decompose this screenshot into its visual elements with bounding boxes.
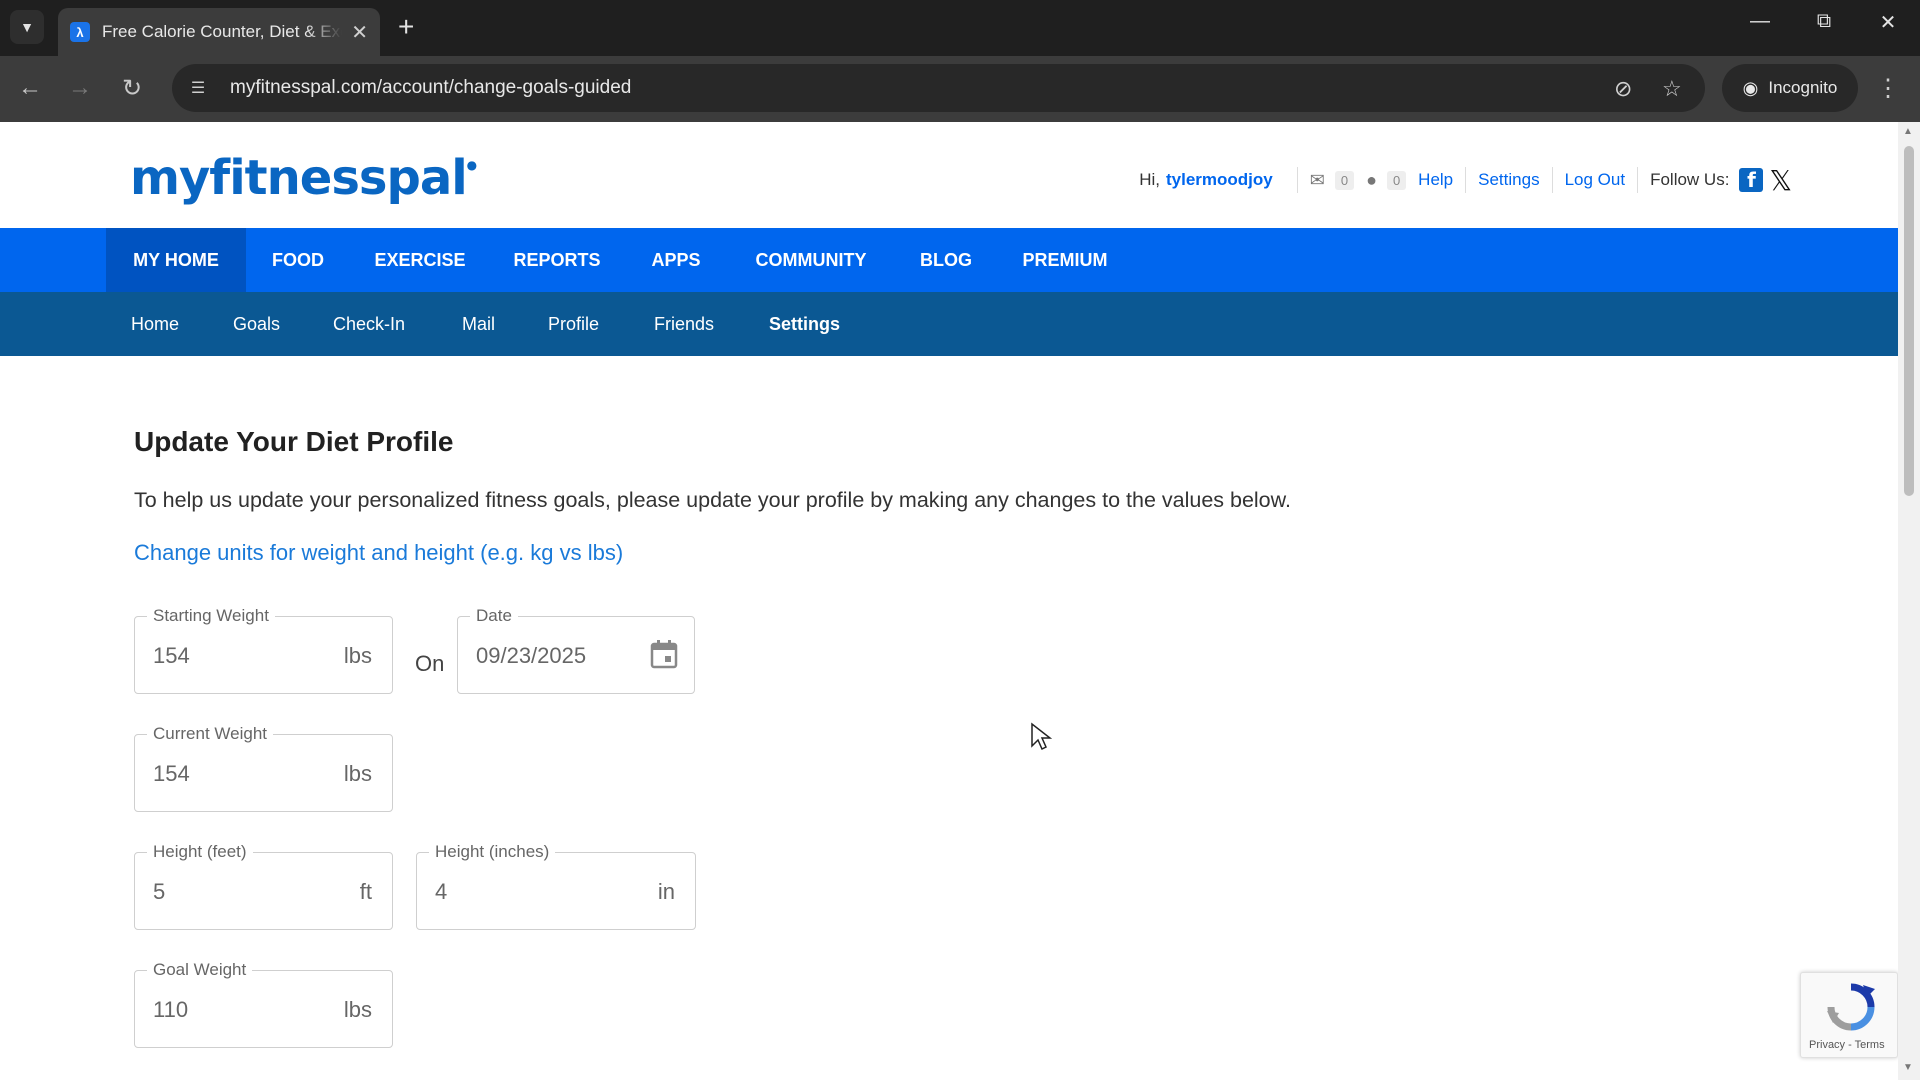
restore-icon[interactable]: ⧉ [1804, 10, 1844, 33]
incognito-label: Incognito [1768, 78, 1838, 97]
height-feet-input[interactable]: 5 [153, 879, 165, 905]
current-weight-field[interactable]: Current Weight 154 lbs [134, 724, 393, 812]
date-field[interactable]: Date 09/23/2025 [457, 606, 695, 694]
field-label: Height (feet) [147, 842, 253, 862]
mail-icon[interactable]: ✉ [1310, 170, 1325, 191]
goal-weight-field[interactable]: Goal Weight 110 lbs [134, 960, 393, 1048]
new-tab-button[interactable]: + [398, 12, 414, 42]
divider [1465, 167, 1467, 193]
nav-premium[interactable]: PREMIUM [998, 228, 1132, 292]
subnav-settings[interactable]: Settings [769, 292, 840, 356]
favicon-icon: λ [70, 22, 90, 42]
unit-label: lbs [343, 643, 372, 668]
tab-search-button[interactable]: ▼ [10, 10, 44, 44]
mouse-cursor-icon [1031, 722, 1052, 751]
unit-label: lbs [343, 761, 372, 786]
nav-exercise[interactable]: EXERCISE [350, 228, 490, 292]
field-label: Starting Weight [147, 606, 275, 626]
current-weight-input[interactable]: 154 [153, 761, 190, 787]
divider [1637, 167, 1639, 193]
subnav-friends[interactable]: Friends [654, 292, 714, 356]
recaptcha-badge[interactable]: Privacy - Terms [1800, 972, 1898, 1058]
nav-reports[interactable]: REPORTS [490, 228, 624, 292]
recaptcha-icon [1827, 983, 1875, 1031]
logout-link[interactable]: Log Out [1565, 170, 1626, 190]
page-title: Update Your Diet Profile [134, 426, 454, 457]
reload-icon[interactable]: ↻ [116, 74, 148, 103]
field-label: Height (inches) [429, 842, 556, 862]
on-label: On [415, 651, 445, 676]
main-navigation: MY HOME FOOD EXERCISE REPORTS APPS COMMU… [0, 228, 1898, 292]
subnav-mail[interactable]: Mail [462, 292, 495, 356]
mail-count-badge[interactable]: 0 [1334, 170, 1355, 190]
help-link[interactable]: Help [1418, 170, 1453, 190]
subnav-home[interactable]: Home [131, 292, 179, 356]
incognito-indicator[interactable]: ◉ Incognito [1722, 64, 1858, 112]
registered-mark: ● [466, 158, 478, 172]
nav-apps[interactable]: APPS [624, 228, 728, 292]
page-scrollbar[interactable]: ▲ ▼ [1898, 122, 1920, 1080]
tab-title: Free Calorie Counter, Diet & Exercise Jo… [102, 22, 342, 41]
back-icon[interactable]: ← [14, 74, 46, 102]
starting-weight-input[interactable]: 154 [153, 643, 190, 669]
close-tab-icon[interactable]: ✕ [351, 20, 368, 45]
window-close-icon[interactable]: ✕ [1868, 10, 1908, 35]
browser-toolbar: ← → ↻ ☰ myfitnesspal.com/account/change-… [0, 56, 1920, 122]
unit-label: in [657, 879, 675, 904]
bookmark-star-icon[interactable]: ☆ [1662, 76, 1682, 102]
nav-blog[interactable]: BLOG [894, 228, 998, 292]
nav-community[interactable]: COMMUNITY [728, 228, 894, 292]
incognito-icon: ◉ [1742, 77, 1759, 98]
settings-link[interactable]: Settings [1478, 170, 1539, 190]
user-bar: Hi, tylermoodjoy ✉ 0 ● 0 Help Settings L… [1139, 162, 1792, 198]
height-inches-field[interactable]: Height (inches) 4 in [416, 842, 696, 930]
field-label: Goal Weight [147, 960, 253, 980]
logo-text: myfitnesspal [130, 150, 468, 206]
scroll-down-icon[interactable]: ▼ [1903, 1062, 1913, 1073]
field-label: Date [470, 606, 518, 626]
sub-navigation: Home Goals Check-In Mail Profile Friends… [0, 292, 1898, 356]
subnav-check-in[interactable]: Check-In [333, 292, 405, 356]
friend-count-badge[interactable]: 0 [1386, 170, 1407, 190]
change-units-link[interactable]: Change units for weight and height (e.g.… [134, 540, 623, 566]
starting-weight-field[interactable]: Starting Weight 154 lbs [134, 606, 393, 694]
recaptcha-footer[interactable]: Privacy - Terms [1809, 1039, 1885, 1051]
unit-label: ft [359, 879, 372, 904]
field-label: Current Weight [147, 724, 274, 744]
subnav-goals[interactable]: Goals [233, 292, 280, 356]
x-twitter-icon[interactable]: 𝕏 [1769, 164, 1792, 197]
date-input[interactable]: 09/23/2025 [476, 643, 586, 669]
username-link[interactable]: tylermoodjoy [1166, 170, 1273, 190]
height-inches-input[interactable]: 4 [435, 879, 447, 905]
facebook-icon[interactable]: f [1739, 168, 1764, 192]
scroll-up-icon[interactable]: ▲ [1903, 126, 1913, 137]
height-feet-field[interactable]: Height (feet) 5 ft [134, 842, 393, 930]
browser-tab-bar: ▼ λ Free Calorie Counter, Diet & Exercis… [0, 0, 1920, 56]
friend-request-icon[interactable]: ● [1366, 170, 1377, 191]
calendar-icon[interactable] [650, 639, 678, 669]
divider [1551, 167, 1553, 193]
tracking-eye-off-icon[interactable]: ⊘ [1614, 76, 1632, 102]
address-bar[interactable]: ☰ myfitnesspal.com/account/change-goals-… [172, 64, 1705, 112]
web-page: myfitnesspal● Hi, tylermoodjoy ✉ 0 ● 0 H… [0, 122, 1898, 1080]
site-info-icon[interactable]: ☰ [182, 72, 214, 104]
site-logo[interactable]: myfitnesspal● [130, 150, 478, 206]
unit-label: lbs [343, 997, 372, 1022]
follow-us-label: Follow Us: [1650, 170, 1730, 189]
browser-tab[interactable]: λ Free Calorie Counter, Diet & Exercise … [58, 8, 380, 56]
intro-text: To help us update your personalized fitn… [134, 488, 1291, 512]
nav-my-home[interactable]: MY HOME [106, 228, 246, 292]
divider [1296, 167, 1298, 193]
goal-weight-input[interactable]: 110 [153, 997, 188, 1023]
url-text[interactable]: myfitnesspal.com/account/change-goals-gu… [230, 77, 631, 99]
nav-food[interactable]: FOOD [246, 228, 350, 292]
subnav-profile[interactable]: Profile [548, 292, 599, 356]
browser-menu-icon[interactable]: ⋮ [1876, 74, 1900, 103]
forward-icon[interactable]: → [64, 74, 96, 102]
minimize-icon[interactable]: — [1740, 10, 1780, 33]
scrollbar-thumb[interactable] [1904, 146, 1914, 496]
greeting: Hi, [1139, 170, 1160, 189]
